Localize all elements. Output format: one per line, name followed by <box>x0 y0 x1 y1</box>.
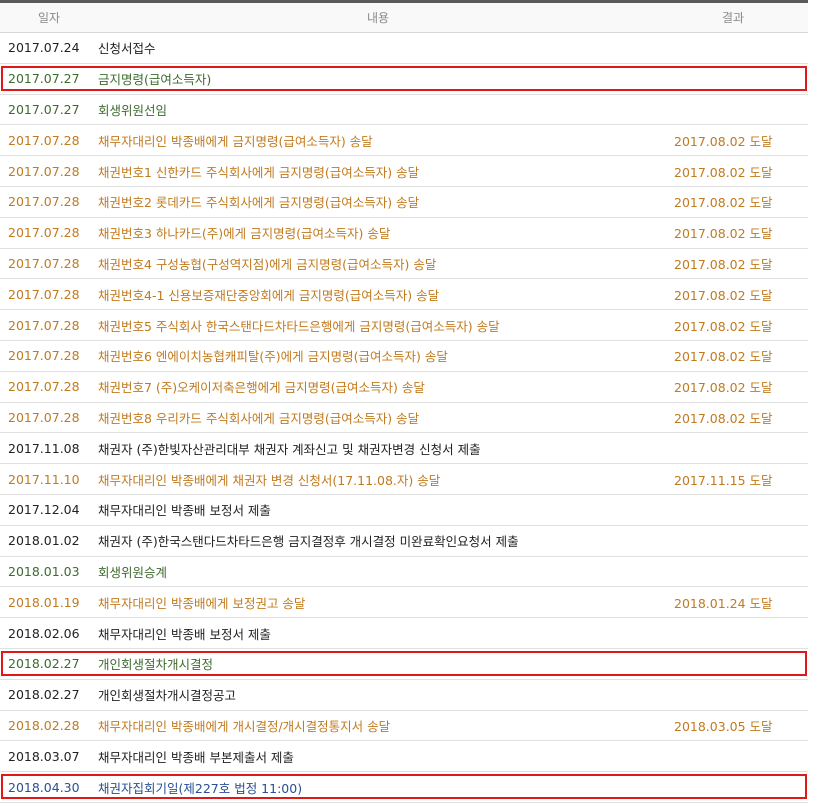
row-date: 2018.01.19 <box>8 594 80 610</box>
row-content: 개인회생절차개시결정 <box>98 657 214 673</box>
table-row: 2017.07.28 채무자대리인 박종배에게 금지명령(급여소득자) 송달 201… <box>0 125 808 157</box>
row-content: 채무자대리인 박종배에게 보정권고 송달 <box>98 595 306 611</box>
table-row: 2017.07.28 채권번호2 롯데카드 주식회사에게 금지명령(급여소득자) … <box>0 187 808 218</box>
row-result: 2018.01.24 도달 <box>674 595 773 611</box>
row-content: 채권번호8 우리카드 주식회사에게 금지명령(급여소득자) 송달 <box>98 410 420 426</box>
header-date: 일자 <box>37 11 61 25</box>
case-history-table: 일자 내용 결과 2017.07.24 신청서접수 2017.07.27 금지명령(급… <box>0 0 808 803</box>
row-date: 2017.07.27 <box>8 71 80 87</box>
row-date: 2017.07.28 <box>8 409 80 425</box>
row-date: 2018.01.02 <box>8 533 80 549</box>
row-content: 회생위원선임 <box>98 102 168 118</box>
row-result: 2017.08.02 도달 <box>674 287 773 303</box>
row-content: 채권번호6 엔에이치농협캐피탈(주)에게 금지명령(급여소득자) 송달 <box>98 349 448 365</box>
row-content: 채권번호1 신한카드 주식회사에게 금지명령(급여소득자) 송달 <box>98 164 420 180</box>
table-row: 2017.07.27 회생위원선임 <box>0 95 808 126</box>
row-date: 2017.07.27 <box>8 101 80 117</box>
table-row: 2017.12.04 채무자대리인 박종배 보정서 제출 <box>0 495 808 526</box>
row-date: 2017.07.24 <box>8 40 80 56</box>
row-date: 2018.03.07 <box>8 748 80 764</box>
table-row: 2017.07.28 채권번호8 우리카드 주식회사에게 금지명령(급여소득자) … <box>0 403 808 434</box>
row-content: 채권번호7 (주)오케이저축은행에게 금지명령(급여소득자) 송달 <box>98 380 425 396</box>
table-row: 2017.07.27 금지명령(급여소득자) <box>0 64 808 95</box>
table-row: 2018.01.02 채권자 (주)한국스탠다드차타드은행 금지결정후 개시결정 … <box>0 526 808 557</box>
row-date: 2018.02.27 <box>8 656 80 672</box>
table-row: 2018.01.03 회생위원승계 <box>0 557 808 588</box>
row-content: 채무자대리인 박종배에게 개시결정/개시결정통지서 송달 <box>98 718 391 734</box>
table-row: 2017.07.24 신청서접수 <box>0 33 808 64</box>
table-row: 2018.03.07 채무자대리인 박종배 부본제출서 제출 <box>0 741 808 773</box>
table-row: 2017.11.08 채권자 (주)한빛자산관리대부 채권자 계좌신고 및 채권자… <box>0 433 808 465</box>
row-date: 2017.07.28 <box>8 225 80 241</box>
row-date: 2018.02.28 <box>8 717 80 733</box>
row-result: 2017.08.02 도달 <box>674 256 773 272</box>
row-result: 2017.08.02 도달 <box>674 195 773 211</box>
row-date: 2017.07.28 <box>8 348 80 364</box>
table-row: 2017.07.28 채권번호6 엔에이치농협캐피탈(주)에게 금지명령(급여소득… <box>0 341 808 372</box>
row-content: 채무자대리인 박종배 보정서 제출 <box>98 626 271 642</box>
row-content: 채권번호5 주식회사 한국스탠다드차타드은행에게 금지명령(급여소득자) 송달 <box>98 318 500 334</box>
row-date: 2017.07.28 <box>8 317 80 333</box>
row-result: 2017.08.02 도달 <box>674 410 773 426</box>
row-date: 2017.12.04 <box>8 502 80 518</box>
row-content: 신청서접수 <box>98 41 156 57</box>
row-date: 2017.07.28 <box>8 132 80 148</box>
row-date: 2018.04.30 <box>8 779 80 795</box>
row-content: 채권자집회기일(제227호 법정 11:00) <box>98 780 303 796</box>
row-content: 채권번호4 구성농협(구성역지점)에게 금지명령(급여소득자) 송달 <box>98 256 437 272</box>
row-date: 2018.01.03 <box>8 563 80 579</box>
table-row: 2017.11.10 채무자대리인 박종배에게 채권자 변경 신청서(17.11.… <box>0 464 808 495</box>
row-date: 2017.07.28 <box>8 255 80 271</box>
row-result: 2017.08.02 도달 <box>674 133 773 149</box>
table-row: 2017.07.28 채권번호7 (주)오케이저축은행에게 금지명령(급여소득자)… <box>0 372 808 403</box>
row-content: 채권번호2 롯데카드 주식회사에게 금지명령(급여소득자) 송달 <box>98 195 420 211</box>
table-row: 2018.01.19 채무자대리인 박종배에게 보정권고 송달 2018.01.24… <box>0 587 808 619</box>
row-date: 2017.07.28 <box>8 379 80 395</box>
row-content: 채무자대리인 박종배에게 금지명령(급여소득자) 송달 <box>98 133 373 149</box>
row-date: 2017.07.28 <box>8 194 80 210</box>
row-result: 2017.08.02 도달 <box>674 164 773 180</box>
table-row: 2017.07.28 채권번호3 하나카드(주)에게 금지명령(급여소득자) 송달… <box>0 218 808 249</box>
row-result: 2017.08.02 도달 <box>674 349 773 365</box>
row-result: 2017.08.02 도달 <box>674 226 773 242</box>
row-content: 채권자 (주)한빛자산관리대부 채권자 계좌신고 및 채권자변경 신청서 제출 <box>98 441 481 457</box>
row-date: 2017.07.28 <box>8 163 80 179</box>
header-result: 결과 <box>721 11 745 25</box>
scrollbar[interactable] <box>810 0 820 791</box>
row-content: 채권자 (주)한국스탠다드차타드은행 금지결정후 개시결정 미완료확인요청서 제… <box>98 534 519 550</box>
header-content: 내용 <box>366 11 390 25</box>
row-content: 회생위원승계 <box>98 564 168 580</box>
row-result: 2017.11.15 도달 <box>674 472 773 488</box>
row-content: 금지명령(급여소득자) <box>98 72 212 88</box>
table-row: 2018.02.27 개인회생절차개시결정공고 <box>0 680 808 711</box>
table-row: 2017.07.28 채권번호4 구성농협(구성역지점)에게 금지명령(급여소득자… <box>0 249 808 280</box>
table-row: 2018.02.06 채무자대리인 박종배 보정서 제출 <box>0 618 808 649</box>
row-result: 2017.08.02 도달 <box>674 318 773 334</box>
row-content: 채권번호4-1 신용보증재단중앙회에게 금지명령(급여소득자) 송달 <box>98 287 440 303</box>
row-content: 개인회생절차개시결정공고 <box>98 688 237 704</box>
row-content: 채무자대리인 박종배에게 채권자 변경 신청서(17.11.08.자) 송달 <box>98 472 441 488</box>
row-date: 2017.11.10 <box>8 471 80 487</box>
table-row: 2018.04.30 채권자집회기일(제227호 법정 11:00) <box>0 772 808 803</box>
row-result: 2018.03.05 도달 <box>674 718 773 734</box>
table-row: 2017.07.28 채권번호1 신한카드 주식회사에게 금지명령(급여소득자) … <box>0 156 808 187</box>
table-row: 2018.02.27 개인회생절차개시결정 <box>0 649 808 680</box>
row-date: 2017.07.28 <box>8 286 80 302</box>
row-content: 채무자대리인 박종배 보정서 제출 <box>98 503 271 519</box>
row-date: 2017.11.08 <box>8 440 80 456</box>
table-row: 2018.02.28 채무자대리인 박종배에게 개시결정/개시결정통지서 송달 20… <box>0 711 808 742</box>
table-row: 2017.07.28 채권번호5 주식회사 한국스탠다드차타드은행에게 금지명령(… <box>0 310 808 341</box>
row-date: 2018.02.06 <box>8 625 80 641</box>
row-result: 2017.08.02 도달 <box>674 380 773 396</box>
row-content: 채무자대리인 박종배 부본제출서 제출 <box>98 749 294 765</box>
row-content: 채권번호3 하나카드(주)에게 금지명령(급여소득자) 송달 <box>98 226 391 242</box>
table-header: 일자 내용 결과 <box>0 3 808 33</box>
table-row: 2017.07.28 채권번호4-1 신용보증재단중앙회에게 금지명령(급여소득자… <box>0 279 808 311</box>
row-date: 2018.02.27 <box>8 687 80 703</box>
table-body: 2017.07.24 신청서접수 2017.07.27 금지명령(급여소득자) 2017… <box>0 33 808 803</box>
